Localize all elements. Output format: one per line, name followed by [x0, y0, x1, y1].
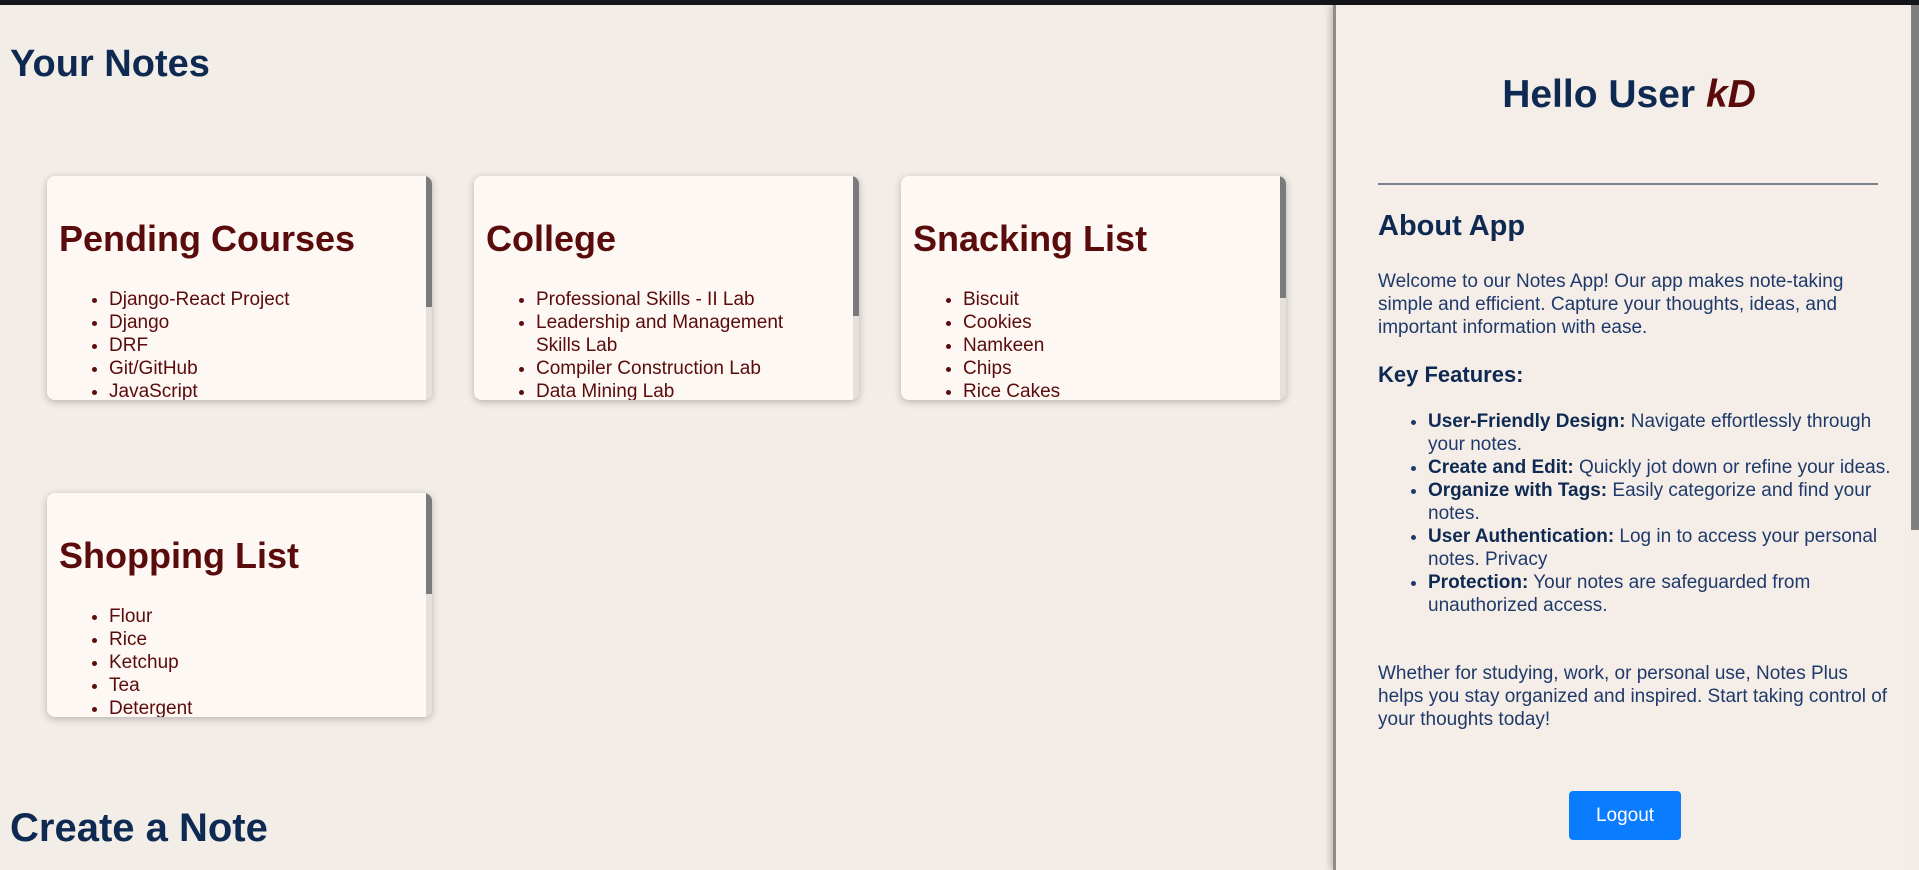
- key-features-heading: Key Features:: [1378, 362, 1524, 387]
- logout-button[interactable]: Logout: [1569, 791, 1681, 840]
- note-scroll-thumb[interactable]: [1280, 176, 1286, 298]
- list-item: Flour: [109, 605, 389, 628]
- list-item: Professional Skills - II Lab: [536, 288, 816, 311]
- about-app-text: Welcome to our Notes App! Our app makes …: [1378, 271, 1844, 338]
- note-card-snacking-list[interactable]: Snacking List Biscuit Cookies Namkeen Ch…: [901, 176, 1286, 400]
- greeting-text: Hello User: [1502, 73, 1696, 116]
- your-notes-heading: Your Notes: [10, 43, 210, 85]
- list-item: Namkeen: [963, 334, 1243, 357]
- note-title: Shopping List: [59, 535, 299, 576]
- list-item: DRF: [109, 334, 389, 357]
- list-item: Git/GitHub: [109, 357, 389, 380]
- feature-text: Quickly jot down or refine your ideas.: [1578, 457, 1891, 478]
- main-content: Your Notes Pending Courses Django-React …: [0, 5, 1333, 870]
- username: kD: [1705, 73, 1756, 116]
- note-list: Django-React Project Django DRF Git/GitH…: [47, 288, 389, 400]
- note-title: College: [486, 218, 617, 259]
- about-app-heading: About App: [1378, 210, 1526, 242]
- note-list: Professional Skills - II Lab Leadership …: [474, 288, 816, 400]
- list-item: JavaScript: [109, 380, 389, 400]
- note-list: Biscuit Cookies Namkeen Chips Rice Cakes: [901, 288, 1243, 400]
- greeting-heading: Hello User kD: [1336, 73, 1919, 117]
- list-item: Leadership and Management Skills Lab: [536, 311, 816, 357]
- feature-label: Create and Edit:: [1428, 457, 1574, 478]
- note-scroll-thumb[interactable]: [426, 493, 432, 594]
- feature-item: Create and Edit: Quickly jot down or ref…: [1428, 456, 1908, 479]
- feature-label: User-Friendly Design:: [1428, 411, 1626, 432]
- note-title: Snacking List: [913, 218, 1148, 259]
- key-features-list: User-Friendly Design: Navigate effortles…: [1378, 410, 1908, 617]
- list-item: Tea: [109, 674, 389, 697]
- note-list: Flour Rice Ketchup Tea Detergent: [47, 605, 389, 717]
- note-card-shopping-list[interactable]: Shopping List Flour Rice Ketchup Tea Det…: [47, 493, 432, 717]
- list-item: Compiler Construction Lab: [536, 357, 816, 380]
- list-item: Chips: [963, 357, 1243, 380]
- feature-item: Organize with Tags: Easily categorize an…: [1428, 479, 1908, 525]
- divider: [1378, 183, 1878, 185]
- feature-label: Protection:: [1428, 572, 1529, 593]
- list-item: Django-React Project: [109, 288, 389, 311]
- list-item: Ketchup: [109, 651, 389, 674]
- user-sidebar: Hello User kD About App Welcome to our N…: [1333, 5, 1919, 870]
- feature-label: User Authentication:: [1428, 526, 1615, 547]
- note-scroll-thumb[interactable]: [426, 176, 432, 307]
- note-title: Pending Courses: [59, 218, 356, 259]
- list-item: Rice Cakes: [963, 380, 1243, 400]
- create-note-heading: Create a Note: [10, 806, 268, 850]
- list-item: Biscuit: [963, 288, 1243, 311]
- closing-text: Whether for studying, work, or personal …: [1378, 663, 1888, 730]
- list-item: Data Mining Lab: [536, 380, 816, 400]
- feature-item: User Authentication: Log in to access yo…: [1428, 525, 1908, 571]
- note-card-pending-courses[interactable]: Pending Courses Django-React Project Dja…: [47, 176, 432, 400]
- feature-item: Protection: Your notes are safeguarded f…: [1428, 571, 1908, 617]
- list-item: Detergent: [109, 697, 389, 717]
- note-card-college[interactable]: College Professional Skills - II Lab Lea…: [474, 176, 859, 400]
- list-item: Cookies: [963, 311, 1243, 334]
- feature-item: User-Friendly Design: Navigate effortles…: [1428, 410, 1908, 456]
- feature-label: Organize with Tags:: [1428, 480, 1608, 501]
- list-item: Rice: [109, 628, 389, 651]
- list-item: Django: [109, 311, 389, 334]
- note-scroll-thumb[interactable]: [853, 176, 859, 316]
